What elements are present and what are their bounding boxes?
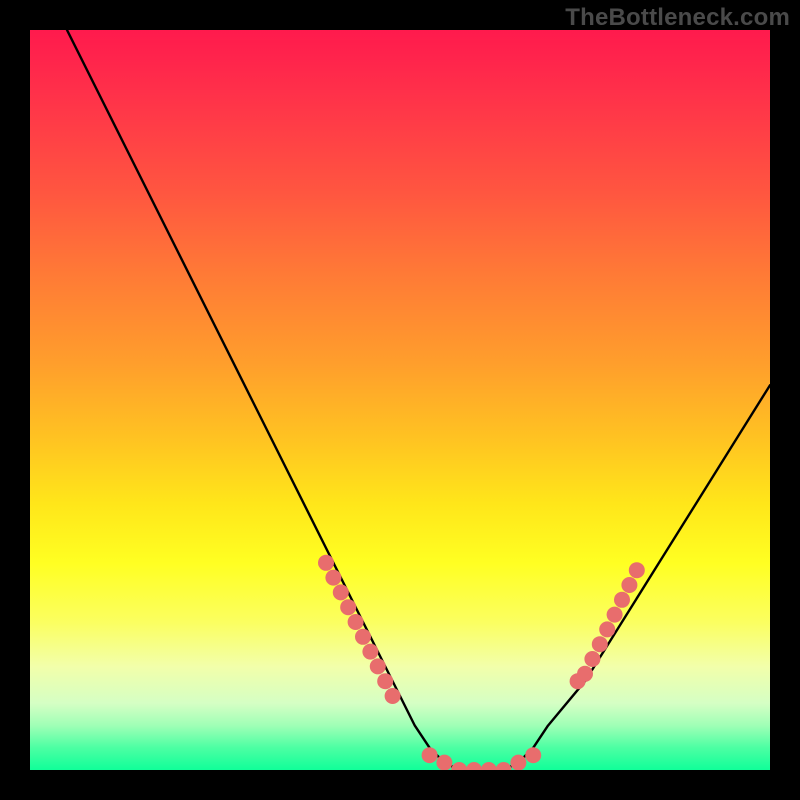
marker-dot xyxy=(451,762,467,770)
marker-dot xyxy=(466,762,482,770)
bottleneck-curve-path xyxy=(67,30,770,770)
curve-layer xyxy=(67,30,770,770)
marker-dot xyxy=(584,651,600,667)
marker-dot xyxy=(614,592,630,608)
marker-dot xyxy=(325,570,341,586)
marker-dot xyxy=(385,688,401,704)
marker-dot xyxy=(370,658,386,674)
chart-svg xyxy=(30,30,770,770)
marker-dot xyxy=(355,629,371,645)
plot-area xyxy=(30,30,770,770)
marker-dot xyxy=(377,673,393,689)
marker-dot xyxy=(496,762,512,770)
marker-dot xyxy=(318,555,334,571)
watermark-text: TheBottleneck.com xyxy=(565,4,790,32)
marker-dot xyxy=(340,599,356,615)
marker-dot xyxy=(592,636,608,652)
left-marker-band-group xyxy=(318,555,401,704)
marker-dot xyxy=(436,755,452,770)
right-marker-band-group xyxy=(570,562,645,689)
marker-dot xyxy=(510,755,526,770)
marker-dot xyxy=(481,762,497,770)
marker-dot xyxy=(333,584,349,600)
marker-dot xyxy=(607,607,623,623)
marker-dot xyxy=(525,747,541,763)
bottom-marker-band-group xyxy=(422,747,542,770)
marker-dot xyxy=(629,562,645,578)
marker-dot xyxy=(577,666,593,682)
marker-dot xyxy=(422,747,438,763)
marker-dot xyxy=(621,577,637,593)
marker-dot xyxy=(599,621,615,637)
marker-dot xyxy=(362,644,378,660)
marker-dot xyxy=(348,614,364,630)
chart-stage: TheBottleneck.com xyxy=(0,0,800,800)
